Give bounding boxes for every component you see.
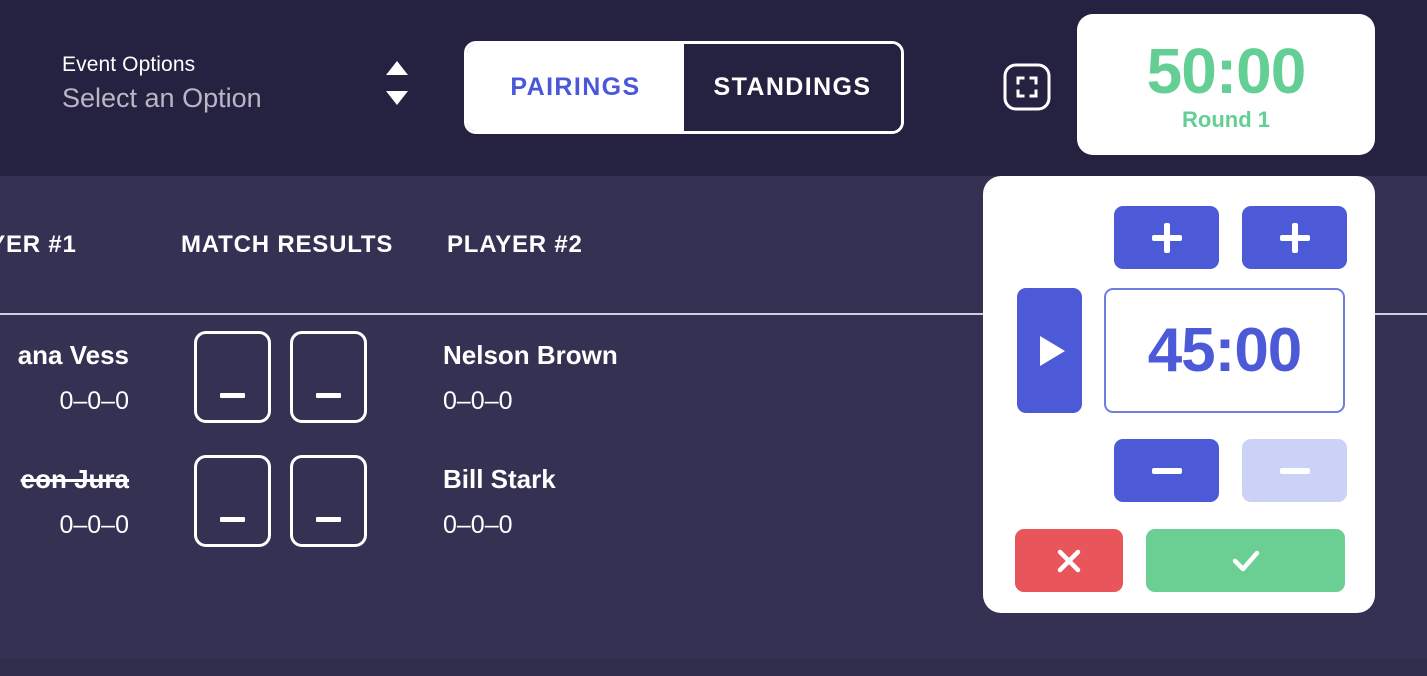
dash-icon [220,392,245,398]
event-options-label: Event Options [62,52,196,76]
select-stepper-arrows[interactable] [380,57,414,109]
play-icon [1039,335,1065,366]
column-header-player1: PLAYER #1 [0,230,77,258]
player2-record: 0–0–0 [443,386,513,415]
event-options-select[interactable]: Event Options Select an Option [62,46,422,120]
player2-record: 0–0–0 [443,510,513,539]
timer-value-input[interactable]: 45:00 [1104,288,1345,413]
match-result-button-1[interactable] [194,455,271,547]
tab-standings[interactable]: STANDINGS [684,44,901,131]
timer-decrement-row [1017,439,1347,502]
view-toggle: PAIRINGS STANDINGS [464,41,904,134]
player2-name[interactable]: Bill Stark [443,463,842,495]
timer-value-text: 45:00 [1147,315,1303,385]
timer-value-row: 45:00 [1017,288,1347,413]
player1-record: 0–0–0 [59,510,129,539]
player1-name[interactable]: eon Jura [0,463,129,495]
decrease-seconds-button[interactable] [1242,439,1347,502]
app-root: Event Options Select an Option PAIRINGS … [0,0,1427,676]
round-timer-time: 50:00 [1146,34,1307,107]
plus-icon [1151,222,1182,253]
close-icon [1057,549,1081,572]
bottom-edge [0,659,1427,676]
minus-icon [1151,467,1182,474]
player2-name[interactable]: Nelson Brown [443,339,842,371]
decrease-minutes-button[interactable] [1114,439,1219,502]
app-header: Event Options Select an Option PAIRINGS … [0,0,1427,176]
dash-icon [220,516,245,522]
fullscreen-icon[interactable] [1002,62,1052,112]
start-timer-button[interactable] [1017,288,1082,413]
tab-pairings[interactable]: PAIRINGS [467,44,684,131]
player1-record: 0–0–0 [59,386,129,415]
increase-minutes-button[interactable] [1114,206,1219,269]
player1-name[interactable]: ana Vess [0,339,129,371]
confirm-button[interactable] [1146,529,1345,592]
cell-match-results [177,331,442,423]
column-header-player2: PLAYER #2 [447,230,583,258]
event-options-texts: Event Options Select an Option [62,52,380,115]
timer-edit-popup: 45:00 [983,176,1375,613]
match-result-button-1[interactable] [194,331,271,423]
column-header-match-results: MATCH RESULTS [181,230,394,258]
cell-player2: Nelson Brown 0–0–0 [442,339,842,416]
cell-match-results [177,455,442,547]
check-icon [1232,550,1259,571]
triangle-up-icon[interactable] [386,61,408,75]
increase-seconds-button[interactable] [1242,206,1347,269]
cancel-button[interactable] [1015,529,1123,592]
cell-player2: Bill Stark 0–0–0 [442,463,842,540]
timer-actions-row [1015,529,1345,592]
match-result-button-2[interactable] [290,331,367,423]
minus-icon [1279,467,1310,474]
plus-icon [1279,222,1310,253]
dash-icon [316,392,341,398]
round-timer-label: Round 1 [1182,106,1270,132]
cell-player1: ana Vess 0–0–0 [0,339,177,416]
event-options-value: Select an Option [62,82,262,113]
round-timer-card[interactable]: 50:00 Round 1 [1077,14,1375,155]
dash-icon [316,516,341,522]
triangle-down-icon[interactable] [386,91,408,105]
match-result-button-2[interactable] [290,455,367,547]
cell-player1: eon Jura 0–0–0 [0,463,177,540]
timer-increment-row [1017,206,1347,269]
